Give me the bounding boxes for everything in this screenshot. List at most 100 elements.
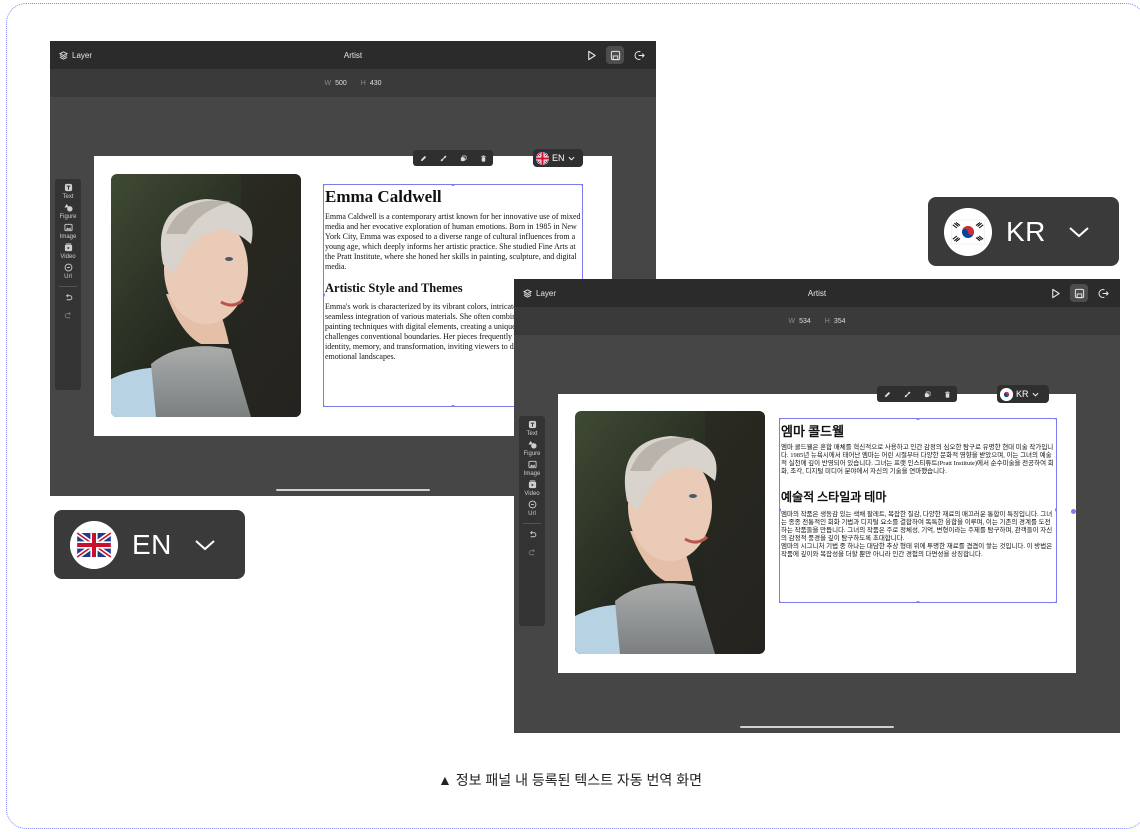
- dimension-bar: W 500 H 430: [50, 69, 656, 97]
- edit-icon[interactable]: [884, 391, 891, 398]
- redo-button[interactable]: [519, 548, 545, 557]
- image-tool-icon: [63, 223, 73, 232]
- resize-handle[interactable]: [324, 293, 325, 297]
- video-tool-icon: [528, 480, 536, 489]
- editor-topbar: Layer Artist: [50, 41, 656, 69]
- tool-panel: Text Figure Image Video Url: [519, 416, 545, 626]
- text-action-bar: [877, 386, 957, 402]
- portrait-image: [575, 411, 765, 654]
- exit-icon: [1098, 288, 1109, 298]
- play-icon: [1051, 288, 1060, 298]
- link-icon[interactable]: [440, 155, 447, 162]
- edit-icon[interactable]: [420, 155, 427, 162]
- resize-handle[interactable]: [916, 419, 920, 420]
- horizontal-scrollbar[interactable]: [276, 489, 430, 491]
- figure-tool-icon: [63, 203, 73, 212]
- resize-handle-outer[interactable]: [1071, 509, 1076, 514]
- language-badge-kr[interactable]: KR: [928, 197, 1119, 266]
- resize-handle[interactable]: [324, 405, 325, 406]
- language-code: KR: [1006, 215, 1046, 247]
- artist-bio-text: Emma Caldwell is a contemporary artist k…: [325, 212, 581, 271]
- figure-tool[interactable]: Figure: [519, 440, 545, 457]
- dimension-bar: W 534 H 354: [514, 307, 1120, 335]
- tool-panel: Text Figure Image Video Url: [55, 179, 81, 390]
- redo-icon: [64, 312, 71, 319]
- resize-handle[interactable]: [780, 419, 781, 420]
- uk-flag-icon: [536, 151, 549, 165]
- style-heading: 예술적 스타일과 테마: [781, 489, 887, 504]
- artist-portrait[interactable]: [111, 174, 301, 417]
- save-icon: [1074, 288, 1084, 298]
- url-tool-icon: [64, 263, 72, 272]
- language-badge-en[interactable]: EN: [54, 510, 245, 579]
- image-tool[interactable]: Image: [55, 223, 81, 240]
- artist-name-heading: Emma Caldwell: [325, 187, 442, 206]
- play-icon: [587, 50, 596, 60]
- chevron-down-icon: [568, 156, 575, 161]
- resize-handle[interactable]: [324, 185, 325, 186]
- language-selector-mini[interactable]: EN: [533, 149, 583, 167]
- language-code: EN: [552, 153, 565, 163]
- exit-button[interactable]: [1094, 284, 1112, 302]
- resize-handle[interactable]: [1055, 419, 1056, 420]
- undo-button[interactable]: [55, 293, 81, 302]
- language-code: EN: [132, 528, 172, 560]
- height-field[interactable]: H 354: [825, 318, 846, 325]
- resize-handle[interactable]: [780, 601, 781, 602]
- korea-flag-icon: [1000, 387, 1013, 401]
- korea-flag-icon: [944, 207, 992, 256]
- text-tool-icon: [528, 420, 536, 429]
- undo-icon: [65, 294, 72, 301]
- portrait-image: [111, 174, 301, 417]
- style-text: 엠마의 작품은 생동감 있는 색채 팔레트, 복잡한 질감, 다양한 재료의 매…: [781, 510, 1053, 542]
- width-field[interactable]: W 500: [324, 80, 346, 87]
- save-button[interactable]: [606, 46, 624, 64]
- trash-icon[interactable]: [944, 391, 951, 398]
- artist-name-heading: 엠마 콜드웰: [781, 424, 845, 439]
- artist-bio-text: 엠마 콜드웰은 혼합 매체를 혁신적으로 사용하고 인간 감정의 심오한 탐구로…: [781, 444, 1054, 476]
- tool-divider: [59, 286, 77, 287]
- redo-button[interactable]: [55, 311, 81, 320]
- save-button[interactable]: [1070, 284, 1088, 302]
- save-icon: [610, 50, 620, 60]
- style-text-2: 엠마의 시그니처 기법 중 하나는 대담한 추상 형태 위에 투명한 재료를 겹…: [781, 543, 1053, 559]
- text-tool[interactable]: Text: [519, 420, 545, 437]
- exit-button[interactable]: [630, 46, 648, 64]
- redo-icon: [528, 549, 535, 556]
- text-tool[interactable]: Text: [55, 183, 81, 200]
- text-tool-icon: [64, 183, 72, 192]
- tool-divider: [523, 523, 541, 524]
- figure-caption: ▲ 정보 패널 내 등록된 텍스트 자동 번역 화면: [438, 772, 702, 788]
- language-selector-mini[interactable]: KR: [997, 385, 1049, 403]
- resize-handle[interactable]: [581, 185, 582, 186]
- video-tool-icon: [64, 243, 72, 252]
- copy-icon[interactable]: [924, 391, 931, 398]
- resize-handle[interactable]: [1055, 601, 1056, 602]
- document-title: Artist: [807, 289, 827, 298]
- resize-handle[interactable]: [451, 405, 455, 406]
- artist-portrait[interactable]: [575, 411, 765, 654]
- video-tool[interactable]: Video: [55, 243, 81, 260]
- bio-textbox[interactable]: 엠마 콜드웰 엠마 콜드웰은 혼합 매체를 혁신적으로 사용하고 인간 감정의 …: [779, 418, 1057, 603]
- url-tool[interactable]: Url: [55, 263, 81, 280]
- url-tool[interactable]: Url: [519, 500, 545, 517]
- image-tool[interactable]: Image: [519, 460, 545, 477]
- horizontal-scrollbar[interactable]: [740, 726, 894, 728]
- link-icon[interactable]: [904, 391, 911, 398]
- width-field[interactable]: W 534: [788, 318, 810, 325]
- chevron-down-icon: [1068, 226, 1090, 238]
- resize-handle[interactable]: [1055, 508, 1056, 512]
- text-action-bar: [413, 150, 493, 166]
- resize-handle[interactable]: [916, 601, 920, 602]
- figure-tool[interactable]: Figure: [55, 203, 81, 220]
- height-field[interactable]: H 430: [361, 80, 382, 87]
- play-button[interactable]: [1046, 284, 1064, 302]
- play-button[interactable]: [582, 46, 600, 64]
- resize-handle[interactable]: [451, 185, 455, 186]
- undo-button[interactable]: [519, 530, 545, 539]
- trash-icon[interactable]: [480, 155, 487, 162]
- page-canvas: 엠마 콜드웰 엠마 콜드웰은 혼합 매체를 혁신적으로 사용하고 인간 감정의 …: [558, 394, 1076, 673]
- copy-icon[interactable]: [460, 155, 467, 162]
- video-tool[interactable]: Video: [519, 480, 545, 497]
- chevron-down-icon: [1032, 392, 1039, 397]
